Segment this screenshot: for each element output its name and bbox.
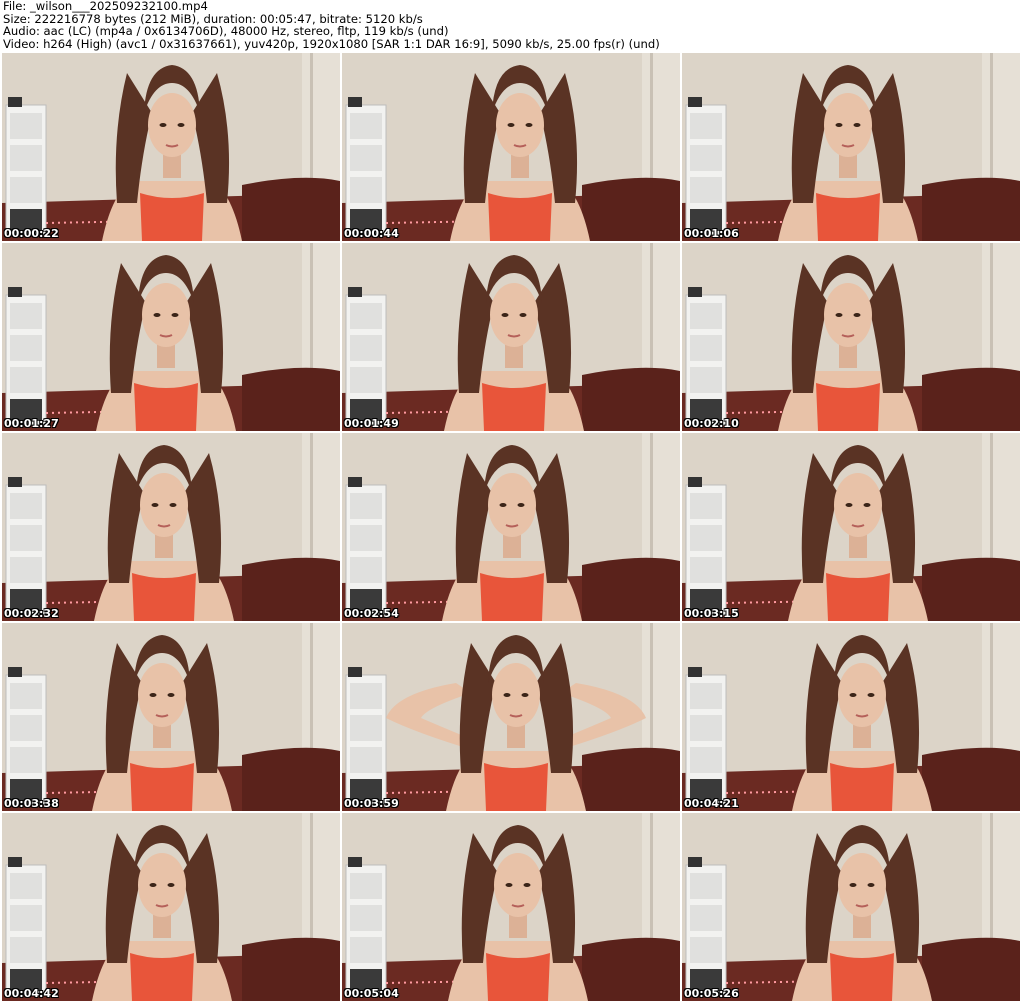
video-thumbnail: 00:03:38 <box>2 623 340 811</box>
thumbnail-timestamp: 00:05:26 <box>684 987 739 1000</box>
thumbnail-timestamp: 00:03:59 <box>344 797 399 810</box>
audio-line: Audio: aac (LC) (mp4a / 0x6134706D), 480… <box>3 24 449 38</box>
video-thumbnail: 00:05:26 <box>682 813 1020 1001</box>
video-thumbnail: 00:02:10 <box>682 243 1020 431</box>
video-thumbnail: 00:04:21 <box>682 623 1020 811</box>
video-thumbnail: 00:02:54 <box>342 433 680 621</box>
thumbnail-timestamp: 00:03:38 <box>4 797 59 810</box>
video-thumbnail: 00:01:49 <box>342 243 680 431</box>
thumbnail-grid: 00:00:22 00:00:44 00:01:06 00:01:27 00:0… <box>2 53 1022 1003</box>
thumbnail-timestamp: 00:03:15 <box>684 607 739 620</box>
thumbnail-timestamp: 00:00:22 <box>4 227 59 240</box>
file-name-line: File: _wilson___202509232100.mp4 <box>3 0 208 13</box>
thumbnail-timestamp: 00:04:21 <box>684 797 739 810</box>
thumbnail-timestamp: 00:01:49 <box>344 417 399 430</box>
thumbnail-timestamp: 00:02:32 <box>4 607 59 620</box>
thumbnail-timestamp: 00:02:10 <box>684 417 739 430</box>
video-thumbnail: 00:03:15 <box>682 433 1020 621</box>
thumbnail-timestamp: 00:01:27 <box>4 417 59 430</box>
thumbnail-timestamp: 00:05:04 <box>344 987 399 1000</box>
file-info-header: File: _wilson___202509232100.mp4 Size: 2… <box>3 0 1021 52</box>
video-thumbnail: 00:00:22 <box>2 53 340 241</box>
thumbnail-timestamp: 00:01:06 <box>684 227 739 240</box>
thumbnail-timestamp: 00:04:42 <box>4 987 59 1000</box>
video-thumbnail: 00:00:44 <box>342 53 680 241</box>
video-thumbnail: 00:04:42 <box>2 813 340 1001</box>
thumbnail-timestamp: 00:02:54 <box>344 607 399 620</box>
video-thumbnail: 00:01:06 <box>682 53 1020 241</box>
video-thumbnail: 00:03:59 <box>342 623 680 811</box>
video-thumbnail: 00:02:32 <box>2 433 340 621</box>
video-line: Video: h264 (High) (avc1 / 0x31637661), … <box>3 36 660 51</box>
video-thumbnail: 00:05:04 <box>342 813 680 1001</box>
video-thumbnail: 00:01:27 <box>2 243 340 431</box>
thumbnail-timestamp: 00:00:44 <box>344 227 399 240</box>
